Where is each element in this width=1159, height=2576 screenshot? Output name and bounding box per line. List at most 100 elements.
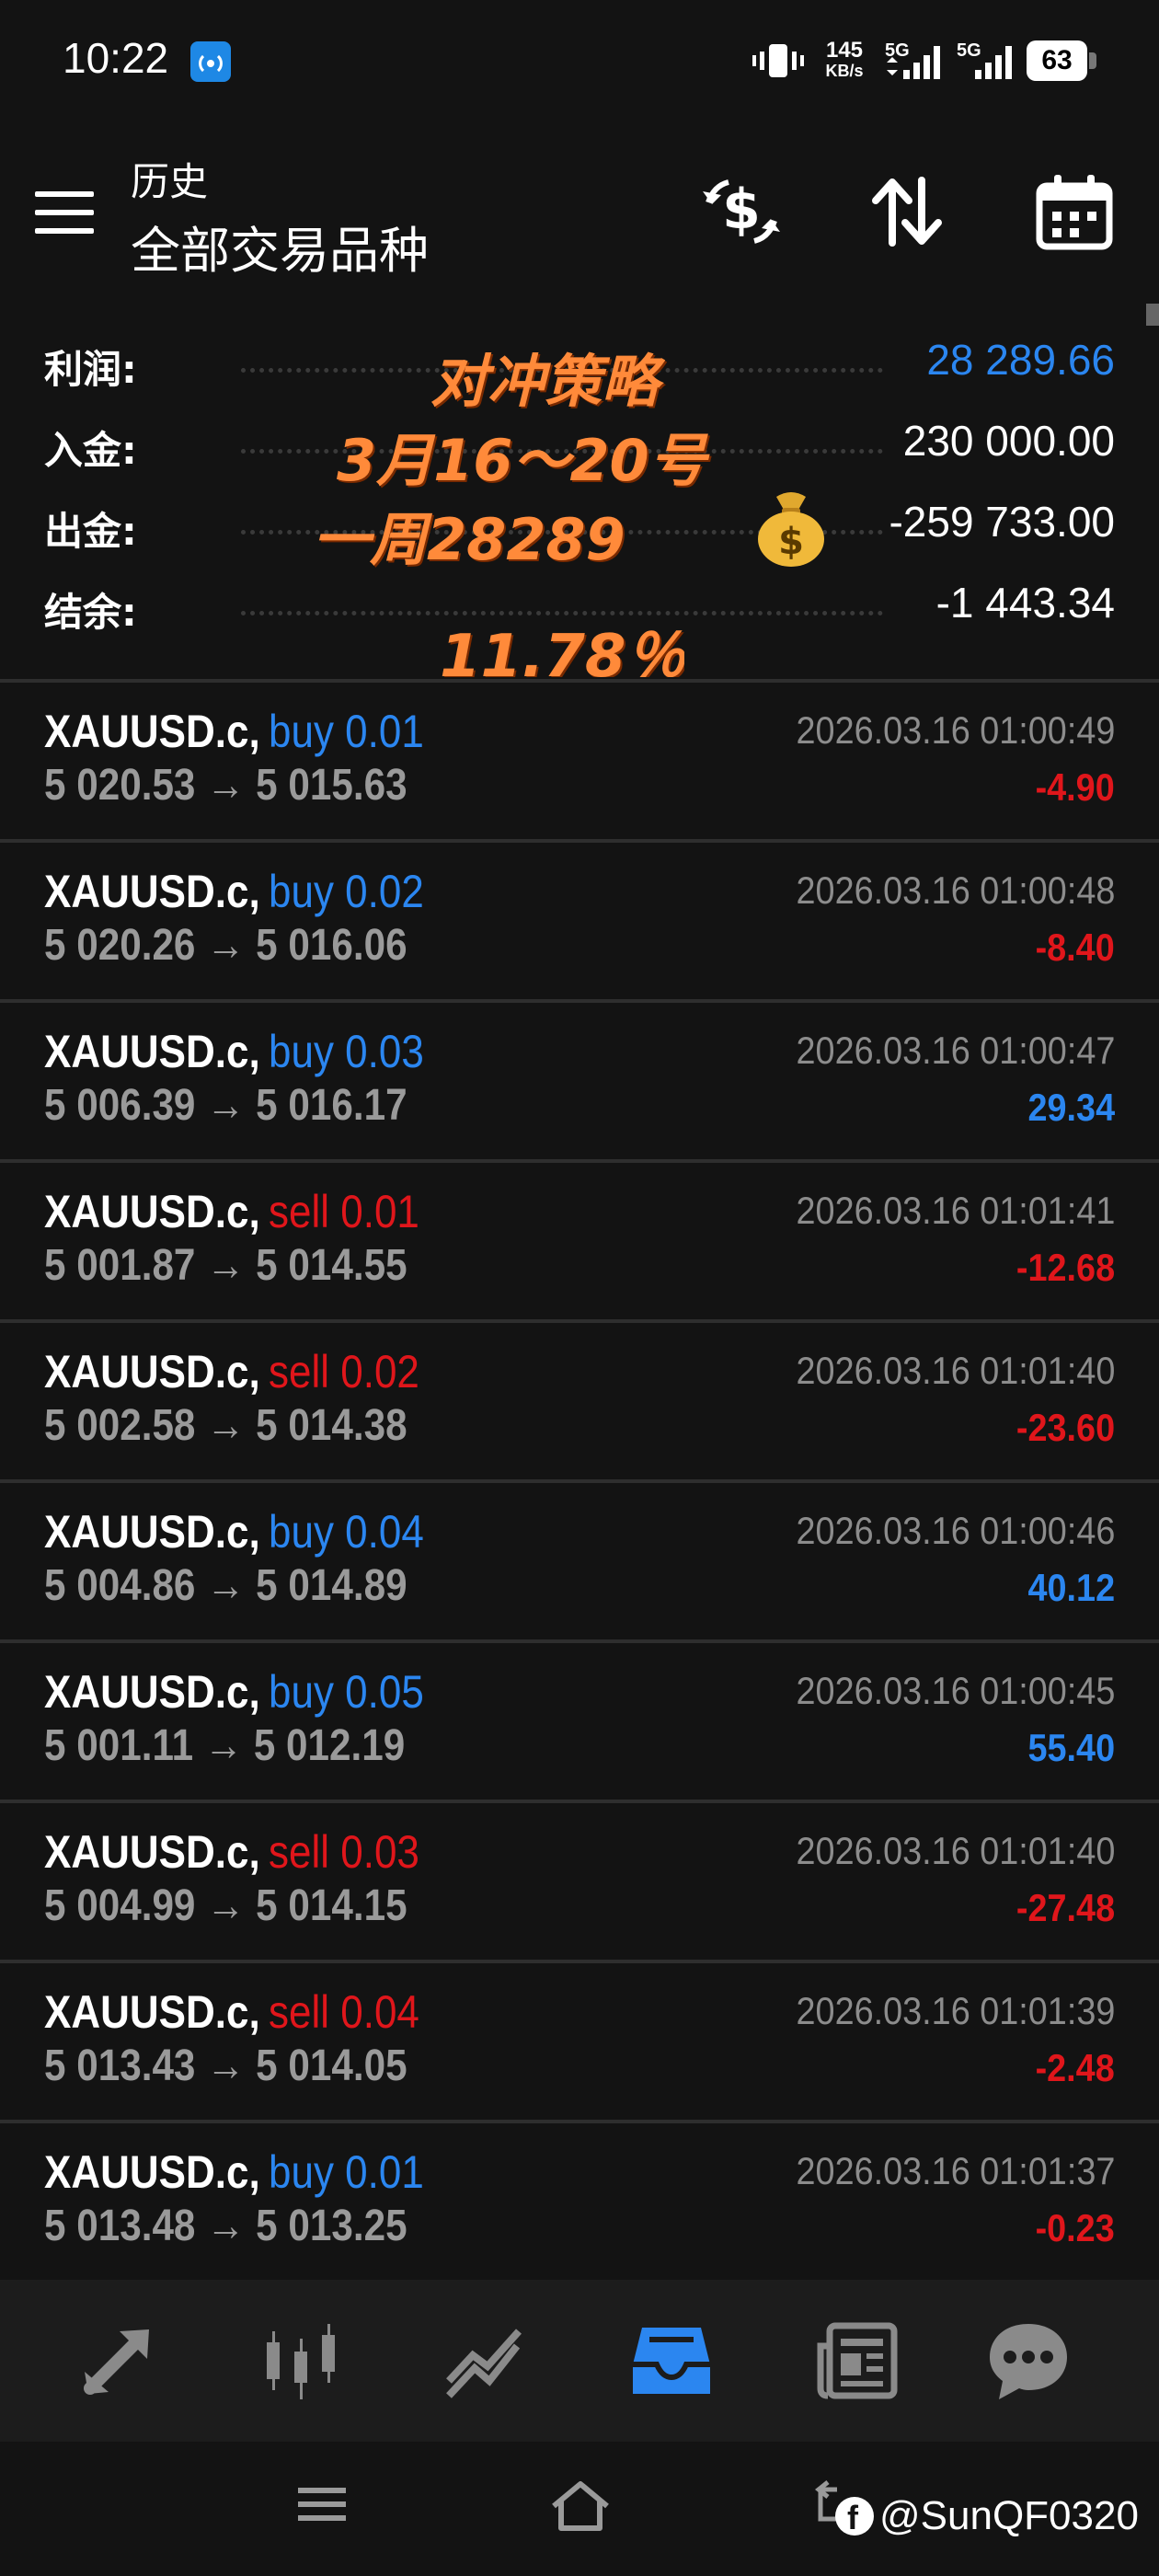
trade-symbol: XAUUSD.c, <box>44 1506 260 1558</box>
summary-value: 28 289.66 <box>926 336 1115 384</box>
summary-panel: 利润: 28 289.66 入金: 230 000.00 出金: -259 73… <box>0 304 1159 677</box>
page-subtitle: 历史 <box>131 159 209 204</box>
trade-arrows-icon[interactable] <box>72 2315 164 2407</box>
chat-icon[interactable] <box>982 2315 1074 2407</box>
vibrate-icon <box>752 44 804 77</box>
trade-symbol: XAUUSD.c, <box>44 1986 260 2038</box>
app-notification-icon <box>190 41 231 82</box>
trade-profit: -12.68 <box>1016 1246 1115 1289</box>
signal-icon-2 <box>975 46 1012 79</box>
trade-profit: -8.40 <box>1035 926 1115 969</box>
battery-level: 63 <box>1041 45 1073 75</box>
trade-prices: 5 004.86 → 5 014.89 <box>44 1561 407 1610</box>
trade-side: buy 0.01 <box>269 706 424 757</box>
trade-row[interactable]: XAUUSD.c, buy 0.04 5 004.86 → 5 014.89 2… <box>0 1479 1159 1639</box>
summary-label: 出金: <box>44 509 137 554</box>
trade-profit: 40.12 <box>1027 1566 1115 1609</box>
hamburger-menu-icon[interactable] <box>35 191 94 236</box>
trade-symbol: XAUUSD.c, <box>44 1186 260 1237</box>
svg-text:$: $ <box>778 521 804 563</box>
trade-profit: -27.48 <box>1016 1886 1115 1929</box>
candlestick-chart-icon[interactable] <box>256 2315 348 2407</box>
trade-prices: 5 020.26 → 5 016.06 <box>44 921 407 970</box>
scrollbar[interactable] <box>1146 304 1159 326</box>
trade-time: 2026.03.16 01:01:37 <box>796 2149 1115 2192</box>
trade-prices: 5 004.99 → 5 014.15 <box>44 1881 407 1930</box>
trade-symbol: XAUUSD.c, <box>44 2146 260 2198</box>
trade-profit: 29.34 <box>1027 1086 1115 1129</box>
trade-row[interactable]: XAUUSD.c, sell 0.04 5 013.43 → 5 014.05 … <box>0 1960 1159 2120</box>
trade-time: 2026.03.16 01:01:41 <box>796 1189 1115 1232</box>
trade-row[interactable]: XAUUSD.c, sell 0.02 5 002.58 → 5 014.38 … <box>0 1319 1159 1479</box>
calendar-icon[interactable] <box>1028 166 1120 258</box>
overlay-text-line1: 对冲策略 <box>430 348 660 415</box>
trade-profit: -2.48 <box>1035 2046 1115 2089</box>
trade-side: sell 0.02 <box>269 1346 419 1397</box>
trade-list[interactable]: XAUUSD.c, buy 0.01 5 020.53 → 5 015.63 2… <box>0 679 1159 2271</box>
trade-prices: 5 013.43 → 5 014.05 <box>44 2041 407 2090</box>
trade-prices: 5 006.39 → 5 016.17 <box>44 1081 407 1130</box>
trade-side: buy 0.01 <box>269 2146 424 2198</box>
trade-symbol: XAUUSD.c, <box>44 706 260 757</box>
trade-side: buy 0.03 <box>269 1026 424 1077</box>
trade-prices: 5 013.48 → 5 013.25 <box>44 2202 407 2250</box>
trade-time: 2026.03.16 01:01:39 <box>796 1989 1115 2032</box>
trade-side: sell 0.01 <box>269 1186 419 1237</box>
summary-label: 入金: <box>44 428 137 473</box>
trade-time: 2026.03.16 01:00:46 <box>796 1509 1115 1552</box>
page-title[interactable]: 全部交易品种 <box>131 210 429 282</box>
trade-symbol: XAUUSD.c, <box>44 1026 260 1077</box>
network-speed: 145 KB/s <box>825 38 864 81</box>
status-bar: 10:22 145 KB/s 5G 5G 63 <box>0 0 1159 129</box>
bottom-navigation <box>0 2280 1159 2442</box>
trade-profit: -23.60 <box>1016 1406 1115 1449</box>
overlay-text-line3: 一周28289 <box>313 506 625 573</box>
trade-row[interactable]: XAUUSD.c, sell 0.01 5 001.87 → 5 014.55 … <box>0 1159 1159 1319</box>
overlay-text-line4: 11.78％ <box>440 623 685 677</box>
trade-row[interactable]: XAUUSD.c, buy 0.01 5 013.48 → 5 013.25 2… <box>0 2120 1159 2271</box>
trade-row[interactable]: XAUUSD.c, buy 0.02 5 020.26 → 5 016.06 2… <box>0 839 1159 999</box>
trade-time: 2026.03.16 01:00:48 <box>796 868 1115 912</box>
trade-time: 2026.03.16 01:00:49 <box>796 708 1115 752</box>
trade-time: 2026.03.16 01:01:40 <box>796 1829 1115 1872</box>
summary-value: 230 000.00 <box>902 417 1115 465</box>
watermark: f @SunQF0320 <box>835 2493 1139 2539</box>
trade-side: buy 0.02 <box>269 866 424 917</box>
money-bag-icon: $ <box>758 492 824 567</box>
trade-profit: -4.90 <box>1035 765 1115 809</box>
sort-icon[interactable] <box>861 166 953 258</box>
trend-chart-icon[interactable] <box>440 2315 532 2407</box>
overlay-text-line2: 3月16～20号 <box>337 427 706 494</box>
trade-prices: 5 002.58 → 5 014.38 <box>44 1401 407 1450</box>
trade-symbol: XAUUSD.c, <box>44 1346 260 1397</box>
trade-symbol: XAUUSD.c, <box>44 1826 260 1878</box>
trade-row[interactable]: XAUUSD.c, sell 0.03 5 004.99 → 5 014.15 … <box>0 1800 1159 1960</box>
trade-time: 2026.03.16 01:00:45 <box>796 1669 1115 1712</box>
summary-value: -259 733.00 <box>889 498 1115 546</box>
battery-icon: 63 <box>1027 40 1096 81</box>
trade-symbol: XAUUSD.c, <box>44 1666 260 1718</box>
trade-side: sell 0.03 <box>269 1826 419 1878</box>
app-bar: 历史 全部交易品种 $ <box>0 129 1159 304</box>
recent-apps-icon[interactable] <box>294 2478 350 2530</box>
signal-icon-1 <box>887 46 940 79</box>
home-icon[interactable] <box>548 2478 613 2534</box>
status-time: 10:22 <box>63 34 169 82</box>
history-inbox-icon[interactable] <box>625 2315 717 2407</box>
trade-profit: -0.23 <box>1035 2206 1115 2249</box>
watermark-text: @SunQF0320 <box>879 2493 1139 2538</box>
trade-side: buy 0.04 <box>269 1506 424 1558</box>
trade-row[interactable]: XAUUSD.c, buy 0.03 5 006.39 → 5 016.17 2… <box>0 999 1159 1159</box>
dollar-exchange-icon[interactable]: $ <box>695 166 787 258</box>
trade-prices: 5 001.87 → 5 014.55 <box>44 1241 407 1290</box>
trade-time: 2026.03.16 01:01:40 <box>796 1349 1115 1392</box>
summary-value: -1 443.34 <box>935 579 1115 627</box>
news-icon[interactable] <box>811 2315 903 2407</box>
trade-row[interactable]: XAUUSD.c, buy 0.05 5 001.11 → 5 012.19 2… <box>0 1639 1159 1800</box>
trade-prices: 5 020.53 → 5 015.63 <box>44 761 407 810</box>
svg-text:$: $ <box>722 178 761 242</box>
trade-row[interactable]: XAUUSD.c, buy 0.01 5 020.53 → 5 015.63 2… <box>0 679 1159 839</box>
trade-time: 2026.03.16 01:00:47 <box>796 1029 1115 1072</box>
trade-side: buy 0.05 <box>269 1666 424 1718</box>
summary-label: 结余: <box>44 590 137 635</box>
